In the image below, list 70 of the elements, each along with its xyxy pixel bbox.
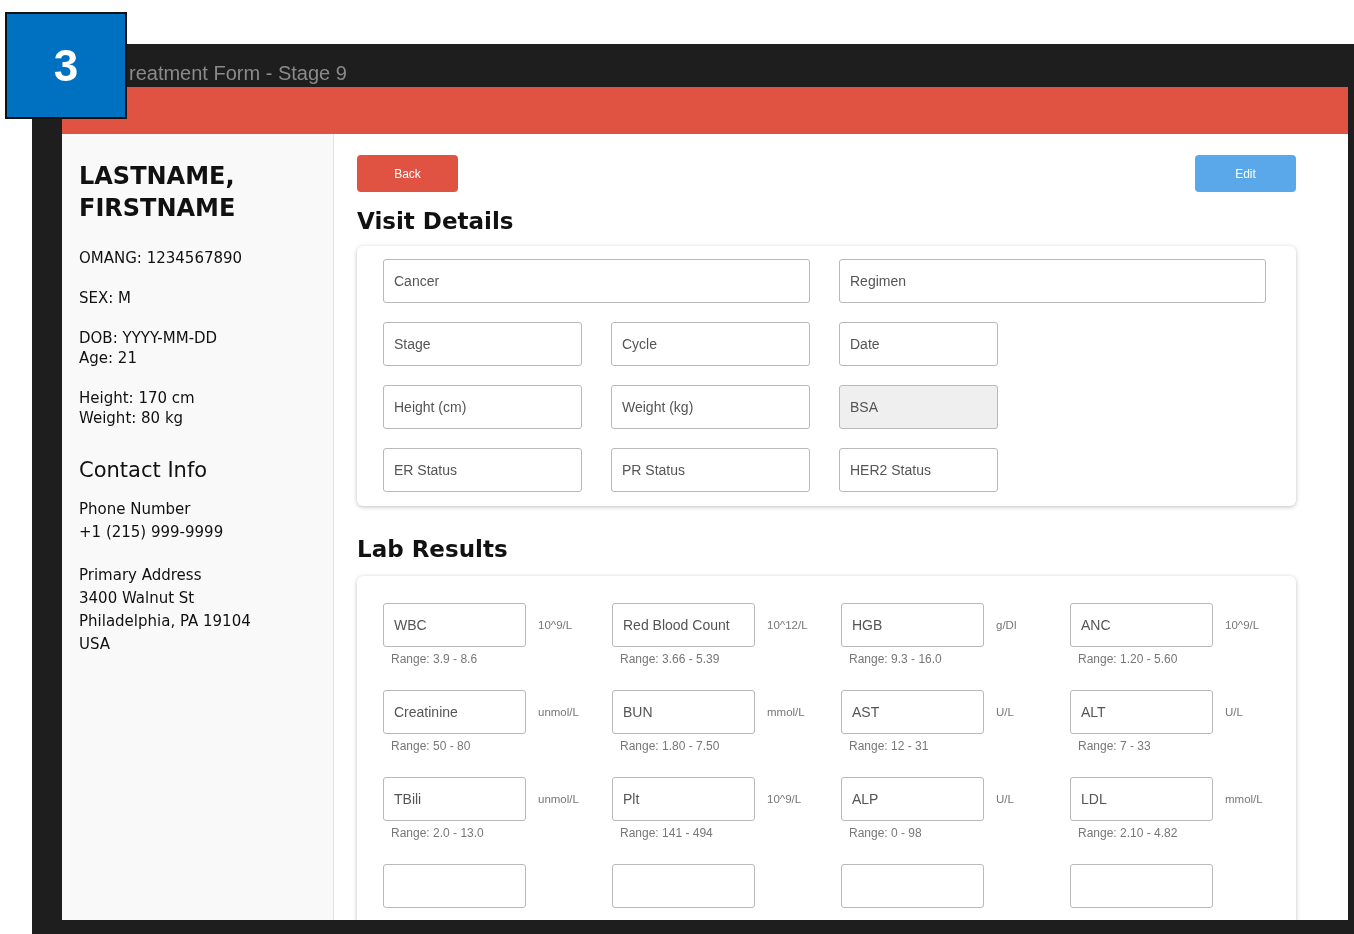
unit-label: U/L	[996, 793, 1014, 805]
input-field[interactable]: PR Status	[611, 448, 810, 492]
patient-detail: DOB: YYYY-MM-DD	[79, 328, 219, 348]
unit-label: unmol/L	[538, 793, 579, 805]
input-field[interactable]: Red Blood Count	[612, 603, 755, 647]
input-field[interactable]: Cancer	[383, 259, 810, 303]
input-field[interactable]: ER Status	[383, 448, 582, 492]
input-field[interactable]: Plt	[612, 777, 755, 821]
input-field[interactable]: WBC	[383, 603, 526, 647]
input-field[interactable]: Weight (kg)	[611, 385, 810, 429]
unit-label: mmol/L	[767, 706, 805, 718]
input-field[interactable]: Regimen	[839, 259, 1266, 303]
contact-label: Primary Address	[79, 565, 203, 586]
input-field[interactable]: Height (cm)	[383, 385, 582, 429]
range-text: Range: 3.9 - 8.6	[391, 652, 479, 666]
input-field[interactable]: LDL	[1070, 777, 1213, 821]
input-field[interactable]: AST	[841, 690, 984, 734]
input-field[interactable]	[612, 864, 755, 908]
input-field[interactable]: HER2 Status	[839, 448, 998, 492]
unit-label: 10^9/L	[767, 793, 802, 805]
contact-label: Phone Number	[79, 499, 192, 520]
patient-detail: Age: 21	[79, 348, 138, 368]
patient-detail: OMANG: 1234567890	[79, 248, 244, 268]
input-field[interactable]: TBili	[383, 777, 526, 821]
input-field[interactable]: Creatinine	[383, 690, 526, 734]
input-field[interactable]	[841, 864, 984, 908]
patient-detail: Weight: 80 kg	[79, 408, 185, 428]
unit-label: mmol/L	[1225, 793, 1263, 805]
patient-detail: SEX: M	[79, 288, 133, 308]
input-field[interactable]: ANC	[1070, 603, 1213, 647]
input-field[interactable]: Date	[839, 322, 998, 366]
range-text: Range: 50 - 80	[391, 739, 472, 753]
input-field[interactable]: Stage	[383, 322, 582, 366]
window-title: reatment Form - Stage 9	[129, 62, 347, 85]
contact-value: 3400 Walnut St	[79, 588, 196, 609]
section-heading: Lab Results	[357, 536, 508, 562]
input-field[interactable]: HGB	[841, 603, 984, 647]
input-field[interactable]: ALT	[1070, 690, 1213, 734]
input-field[interactable]	[383, 864, 526, 908]
range-text: Range: 0 - 98	[849, 826, 923, 840]
range-text: Range: 2.10 - 4.82	[1078, 826, 1179, 840]
input-field[interactable]: Cycle	[611, 322, 810, 366]
range-text: Range: 9.3 - 16.0	[849, 652, 943, 666]
contact-value: +1 (215) 999-9999	[79, 522, 225, 543]
section-heading: Contact Info	[79, 458, 209, 482]
range-text: Range: 12 - 31	[849, 739, 930, 753]
unit-label: U/L	[1225, 706, 1243, 718]
unit-label: 10^9/L	[1225, 619, 1260, 631]
contact-value: Philadelphia, PA 19104	[79, 611, 252, 632]
unit-label: g/Dl	[996, 619, 1017, 631]
unit-label: 10^9/L	[538, 619, 573, 631]
input-field[interactable]	[1070, 864, 1213, 908]
range-text: Range: 3.66 - 5.39	[620, 652, 721, 666]
range-text: Range: 7 - 33	[1078, 739, 1152, 753]
step-badge: 3	[5, 12, 127, 119]
patient-name: LASTNAME, FIRSTNAME	[79, 161, 237, 224]
input-field[interactable]: BUN	[612, 690, 755, 734]
range-text: Range: 141 - 494	[620, 826, 714, 840]
range-text: Range: 2.0 - 13.0	[391, 826, 485, 840]
unit-label: 10^12/L	[767, 619, 808, 631]
unit-label: unmol/L	[538, 706, 579, 718]
input-field[interactable]: ALP	[841, 777, 984, 821]
contact-value: USA	[79, 634, 112, 655]
patient-detail: Height: 170 cm	[79, 388, 196, 408]
unit-label: U/L	[996, 706, 1014, 718]
input-field: BSA	[839, 385, 998, 429]
range-text: Range: 1.80 - 7.50	[620, 739, 721, 753]
back-button[interactable]: Back	[357, 155, 458, 192]
range-text: Range: 1.20 - 5.60	[1078, 652, 1179, 666]
section-heading: Visit Details	[357, 208, 514, 234]
